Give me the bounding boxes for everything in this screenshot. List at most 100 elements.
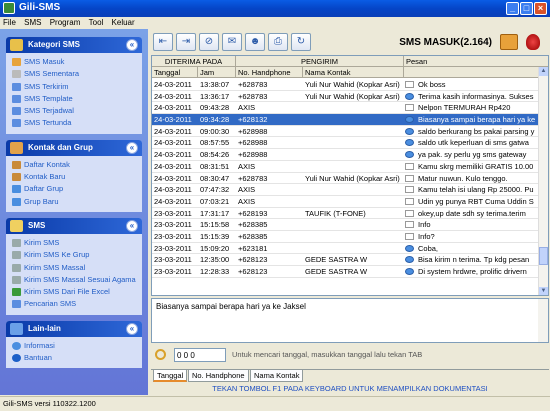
table-row[interactable]: 24-03-2011 08:30:47 +628783 Yuli Nur Wahid …	[152, 173, 548, 185]
sidebar-item-kirim-sms-agama[interactable]: Kirim SMS Massal Sesuai Agama	[12, 274, 138, 286]
menu-keluar[interactable]: Keluar	[109, 17, 138, 29]
cell-phone: +628123	[238, 255, 268, 265]
cell-message: Biasanya sampai berapa hari ya ke	[418, 115, 536, 125]
sidebar: Kategori SMS « SMS Masuk SMS Sementara S…	[0, 29, 148, 395]
table-scrollbar[interactable]: ▲ ▼	[538, 67, 548, 295]
sidebar-item-kirim-sms[interactable]: Kirim SMS	[12, 237, 138, 249]
sidebar-item-label: SMS Terjadwal	[24, 106, 74, 116]
reply-icon	[405, 151, 414, 159]
col-date[interactable]: Tanggal	[152, 67, 198, 78]
cell-date: 23-03-2011	[154, 255, 192, 265]
menu-file[interactable]: File	[0, 17, 19, 29]
menu-sms[interactable]: SMS	[21, 17, 44, 29]
cell-time: 08:57:55	[200, 138, 230, 148]
col-phone[interactable]: No. Handphone	[236, 67, 303, 78]
maximize-button[interactable]: □	[520, 2, 533, 15]
table-row[interactable]: 24-03-2011 08:57:55 +628988 saldo utk keper…	[152, 137, 548, 150]
table-row[interactable]: 24-03-2011 08:31:51 AXIS Kamu skrg memiliki…	[152, 161, 548, 173]
sidebar-item-grup-baru[interactable]: Grup Baru	[12, 196, 138, 208]
sidebar-item-label: Daftar Grup	[24, 184, 64, 194]
envelope-icon	[405, 197, 414, 205]
cell-phone: +628385	[238, 231, 268, 241]
print-icon[interactable]: ⎙	[268, 33, 288, 51]
first-record-icon[interactable]: ⇤	[153, 33, 173, 51]
collapse-icon[interactable]: «	[126, 39, 138, 51]
menu-program[interactable]: Program	[47, 17, 84, 29]
sidebar-item-label: Kirim SMS	[24, 237, 60, 247]
col-contact[interactable]: Nama Kontak	[303, 67, 404, 78]
preview-scrollbar[interactable]	[538, 299, 548, 342]
table-row[interactable]: 23-03-2011 12:35:00 +628123 GEDE SASTRA W Bi…	[152, 254, 548, 266]
sidebar-item-daftar-kontak[interactable]: Daftar Kontak	[12, 159, 138, 171]
scroll-up-icon[interactable]: ▲	[539, 67, 548, 76]
cell-message: saldo berkurang bs pakai parsing y	[418, 126, 535, 136]
scroll-down-icon[interactable]: ▼	[539, 287, 548, 295]
tab-tanggal[interactable]: Tanggal	[153, 370, 188, 382]
cell-phone: +628132	[238, 115, 268, 125]
sidebar-item-sms-terjadwal[interactable]: SMS Terjadwal	[12, 105, 138, 117]
cell-date: 24-03-2011	[154, 138, 192, 148]
table-row[interactable]: 23-03-2011 15:15:39 +628385 Info?	[152, 231, 548, 243]
tab-no-handphone[interactable]: No. Handphone	[188, 370, 249, 382]
collapse-icon[interactable]: «	[126, 322, 138, 335]
sidebar-item-informasi[interactable]: Informasi	[12, 340, 138, 352]
table-row[interactable]: 24-03-2011 09:43:28 AXIS Nelpon TERMURAH Rp…	[152, 102, 548, 115]
group-list-icon	[12, 185, 21, 194]
cell-time: 07:47:32	[200, 185, 230, 195]
col-time[interactable]: Jam	[198, 67, 236, 78]
cell-contact: Yuli Nur Wahid (Kopkar Asri)	[305, 80, 400, 89]
table-row[interactable]: 24-03-2011 13:36:17 +628783 Yuli Nur Wahid …	[152, 91, 548, 103]
table-row[interactable]: 24-03-2011 07:03:21 AXIS Udin yg punya RBT …	[152, 196, 548, 208]
sidebar-item-sms-tertunda[interactable]: SMS Tertunda	[12, 117, 138, 129]
refresh-icon[interactable]: ↻	[291, 33, 311, 51]
title-bar[interactable]: Gili-SMS _ □ ×	[0, 0, 550, 17]
delete-icon[interactable]: ⊘	[199, 33, 219, 51]
sidebar-item-sms-masuk[interactable]: SMS Masuk	[12, 56, 138, 68]
table-row[interactable]: 24-03-2011 13:38:07 +628783 Yuli Nur Wahid …	[152, 79, 548, 91]
close-button[interactable]: ×	[534, 2, 547, 15]
sidebar-item-pencarian-sms[interactable]: Pencarian SMS	[12, 298, 138, 310]
collapse-icon[interactable]: «	[126, 141, 138, 154]
next-record-icon[interactable]: ⇥	[176, 33, 196, 51]
cell-contact	[303, 231, 404, 243]
table-row[interactable]: 23-03-2011 12:28:33 +628123 GEDE SASTRA W Di…	[152, 266, 548, 278]
table-row[interactable]: 24-03-2011 09:34:28 +628132 Biasanya sampai…	[152, 114, 548, 126]
tab-nama-kontak[interactable]: Nama Kontak	[250, 370, 304, 382]
cell-time: 09:43:28	[200, 103, 230, 113]
message-preview[interactable]: Biasanya sampai berapa hari ya ke Jaksel	[151, 298, 549, 343]
table-row[interactable]: 24-03-2011 09:00:30 +628988 saldo berkurang…	[152, 126, 548, 138]
panel-header-kategori[interactable]: Kategori SMS «	[6, 37, 142, 53]
table-row[interactable]: 23-03-2011 15:09:20 +623181 Coba,	[152, 243, 548, 255]
sidebar-item-kontak-baru[interactable]: Kontak Baru	[12, 171, 138, 183]
sort-tabs: Tanggal No. Handphone Nama Kontak	[151, 369, 549, 382]
sidebar-item-kirim-sms-excel[interactable]: Kirim SMS Dari File Excel	[12, 286, 138, 298]
table-row[interactable]: 24-03-2011 07:47:32 AXIS Kamu telah isi ula…	[152, 184, 548, 196]
panel-header-sms[interactable]: SMS «	[6, 217, 142, 234]
table-row[interactable]: 23-03-2011 17:31:17 +628193 TAUFIK (T-FONE)…	[152, 208, 548, 220]
inbox-tray-icon[interactable]	[500, 34, 518, 50]
sidebar-item-sms-sementara[interactable]: SMS Sementara	[12, 68, 138, 80]
panel-header-kontak[interactable]: Kontak dan Grup «	[6, 139, 142, 156]
panel-header-lain[interactable]: Lain-lain «	[6, 320, 142, 337]
header-message[interactable]: Pesan	[404, 56, 548, 67]
mark-icon[interactable]: ✉	[222, 33, 242, 51]
contact-add-icon[interactable]: ☻	[245, 33, 265, 51]
sidebar-item-daftar-grup[interactable]: Daftar Grup	[12, 183, 138, 195]
search-input[interactable]	[174, 348, 226, 362]
sidebar-item-sms-terkirim[interactable]: SMS Terkirim	[12, 81, 138, 93]
sidebar-item-sms-template[interactable]: SMS Template	[12, 93, 138, 105]
cell-contact	[303, 243, 404, 255]
table-row[interactable]: 23-03-2011 15:15:58 +628385 Info	[152, 219, 548, 231]
scroll-thumb[interactable]	[539, 247, 548, 265]
sidebar-item-kirim-sms-grup[interactable]: Kirim SMS Ke Grup	[12, 249, 138, 261]
table-row[interactable]: 24-03-2011 08:54:26 +628988 ya pak. sy perl…	[152, 149, 548, 161]
table-body: 24-03-2011 13:38:07 +628783 Yuli Nur Wahid …	[152, 79, 548, 278]
sidebar-item-kirim-sms-massal[interactable]: Kirim SMS Massal	[12, 262, 138, 274]
alarm-icon[interactable]	[526, 34, 540, 50]
sidebar-item-bantuan[interactable]: Bantuan	[12, 352, 138, 364]
collapse-icon[interactable]: «	[126, 219, 138, 232]
cell-time: 13:36:17	[200, 91, 230, 101]
status-bar: Gili-SMS versi 110322.1200	[0, 396, 550, 411]
menu-tool[interactable]: Tool	[86, 17, 107, 29]
minimize-button[interactable]: _	[506, 2, 519, 15]
